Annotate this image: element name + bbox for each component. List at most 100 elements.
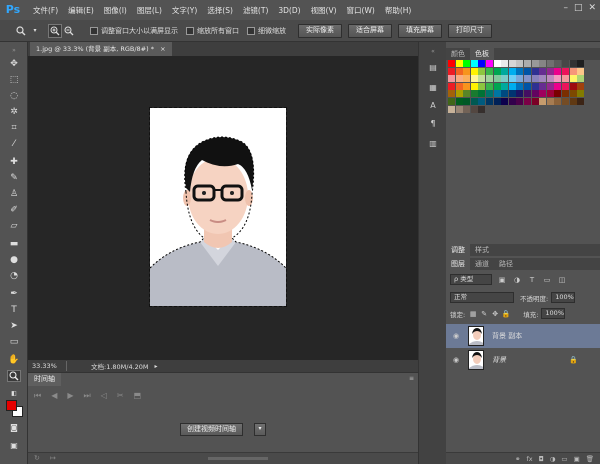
color-swatch[interactable] [463, 60, 471, 67]
document-tab[interactable]: 1.jpg @ 33.3% (背景 副本, RGB/8#) * × [30, 42, 172, 56]
history-brush-icon[interactable]: ✐ [7, 204, 21, 216]
color-swatch[interactable] [463, 105, 471, 113]
color-swatch[interactable] [569, 60, 577, 67]
color-swatch[interactable] [539, 75, 547, 83]
color-swatch[interactable] [569, 98, 577, 105]
portrait-photo[interactable] [149, 107, 287, 307]
color-swatch[interactable] [539, 98, 547, 105]
properties-panel-icon[interactable]: ▥ [427, 138, 439, 150]
color-swatch[interactable] [554, 75, 562, 83]
color-swatch[interactable] [569, 67, 577, 75]
color-swatch[interactable] [501, 75, 509, 83]
path-selection-icon[interactable]: ➤ [7, 320, 21, 332]
eraser-tool-icon[interactable]: ▱ [7, 220, 21, 232]
minimize-icon[interactable]: – [563, 3, 568, 13]
color-swatch[interactable] [501, 90, 509, 98]
actual-pixels-button[interactable]: 实际像素 [298, 23, 342, 38]
color-swatch[interactable] [562, 67, 569, 75]
crop-tool-icon[interactable]: ⌗ [7, 122, 21, 134]
layer-row-background[interactable]: ◉ 背景 🔒 [446, 348, 600, 372]
color-swatch[interactable] [493, 98, 501, 105]
menu-type[interactable]: 文字(Y) [167, 5, 202, 16]
tab-paths[interactable]: 路径 [494, 258, 518, 270]
color-swatch[interactable] [577, 60, 585, 67]
color-swatch[interactable] [448, 82, 455, 90]
zoom-all-windows-checkbox[interactable]: 缩放所有窗口 [186, 26, 239, 36]
tab-layers[interactable]: 图层 [446, 258, 470, 270]
color-swatch[interactable] [486, 60, 493, 67]
color-swatch[interactable] [455, 60, 463, 67]
healing-brush-icon[interactable]: ✚ [7, 156, 21, 168]
create-timeline-dropdown[interactable]: ▾ [254, 423, 266, 436]
fx-icon[interactable]: fx [526, 455, 532, 463]
color-swatch[interactable] [478, 60, 486, 67]
canvas-area[interactable] [28, 56, 418, 360]
color-swatch[interactable] [493, 60, 501, 67]
color-swatch[interactable] [448, 98, 455, 105]
color-swatch[interactable] [486, 98, 493, 105]
chevron-down-icon[interactable]: ▾ [28, 24, 42, 38]
tab-swatches[interactable]: 色板 [470, 48, 494, 60]
rectangle-tool-icon[interactable]: ▭ [7, 336, 21, 348]
color-swatch[interactable] [554, 98, 562, 105]
color-swatch[interactable] [478, 98, 486, 105]
color-swatch[interactable] [516, 90, 524, 98]
color-swatch[interactable] [455, 98, 463, 105]
color-swatch[interactable] [448, 60, 455, 67]
color-swatch[interactable] [470, 75, 478, 83]
color-swatch[interactable] [470, 105, 478, 113]
color-swatch[interactable] [577, 82, 585, 90]
color-swatch[interactable] [508, 75, 516, 83]
color-swatch[interactable] [470, 67, 478, 75]
color-swatch[interactable] [546, 67, 554, 75]
color-swatch[interactable] [463, 75, 471, 83]
delete-layer-icon[interactable]: 🗑 [586, 455, 594, 463]
filter-adjustment-icon[interactable]: ◑ [512, 275, 522, 285]
filter-pixel-icon[interactable]: ▣ [497, 275, 507, 285]
color-swatch[interactable] [569, 75, 577, 83]
color-swatch[interactable] [554, 90, 562, 98]
maximize-icon[interactable]: □ [574, 3, 583, 13]
menu-window[interactable]: 窗口(W) [342, 5, 380, 16]
expand-panels-icon[interactable]: « [427, 46, 439, 58]
color-swatch[interactable] [531, 60, 539, 67]
zoom-icon[interactable] [14, 24, 28, 38]
close-icon[interactable]: ✕ [588, 3, 596, 13]
color-swatch[interactable] [455, 67, 463, 75]
color-swatch[interactable] [562, 82, 569, 90]
color-swatch[interactable] [562, 60, 569, 67]
color-swatch[interactable] [554, 82, 562, 90]
zoom-tool-icon[interactable] [7, 370, 21, 382]
hand-tool-icon[interactable]: ✋ [7, 354, 21, 366]
dodge-tool-icon[interactable]: ◔ [7, 270, 21, 282]
color-swatch[interactable] [516, 82, 524, 90]
color-swatch[interactable] [524, 75, 531, 83]
move-tool-icon[interactable]: ✥ [7, 58, 21, 70]
visibility-eye-icon[interactable]: ◉ [450, 332, 462, 340]
color-swatch[interactable] [470, 82, 478, 90]
filter-smart-icon[interactable]: ◫ [557, 275, 567, 285]
clone-stamp-icon[interactable]: ♙ [7, 188, 21, 200]
fill-input[interactable]: 100% [541, 308, 566, 319]
lock-position-icon[interactable]: ✥ [490, 309, 500, 319]
color-swatch[interactable] [470, 90, 478, 98]
lock-transparent-icon[interactable]: ▦ [468, 309, 478, 319]
timeline-tab[interactable]: 时间轴 [28, 373, 61, 386]
blend-mode-select[interactable]: 正常 [450, 292, 514, 303]
default-colors-icon[interactable]: ◧ [7, 388, 21, 400]
print-size-button[interactable]: 打印尺寸 [448, 23, 492, 38]
create-video-timeline-button[interactable]: 创建视频时间轴 [180, 423, 243, 436]
close-tab-icon[interactable]: × [160, 45, 165, 53]
color-swatch[interactable] [478, 67, 486, 75]
gradient-tool-icon[interactable]: ▬ [7, 238, 21, 250]
first-frame-icon[interactable]: ⏮ [34, 391, 41, 401]
zoom-level[interactable]: 33.33% [32, 362, 66, 370]
next-frame-icon[interactable]: ⏭ [84, 391, 91, 401]
color-swatch[interactable] [463, 98, 471, 105]
color-swatch[interactable] [478, 75, 486, 83]
color-swatch[interactable] [493, 90, 501, 98]
color-swatch[interactable] [486, 90, 493, 98]
quick-mask-icon[interactable]: ◙ [7, 422, 21, 434]
color-swatch[interactable] [531, 82, 539, 90]
color-swatch[interactable] [524, 90, 531, 98]
